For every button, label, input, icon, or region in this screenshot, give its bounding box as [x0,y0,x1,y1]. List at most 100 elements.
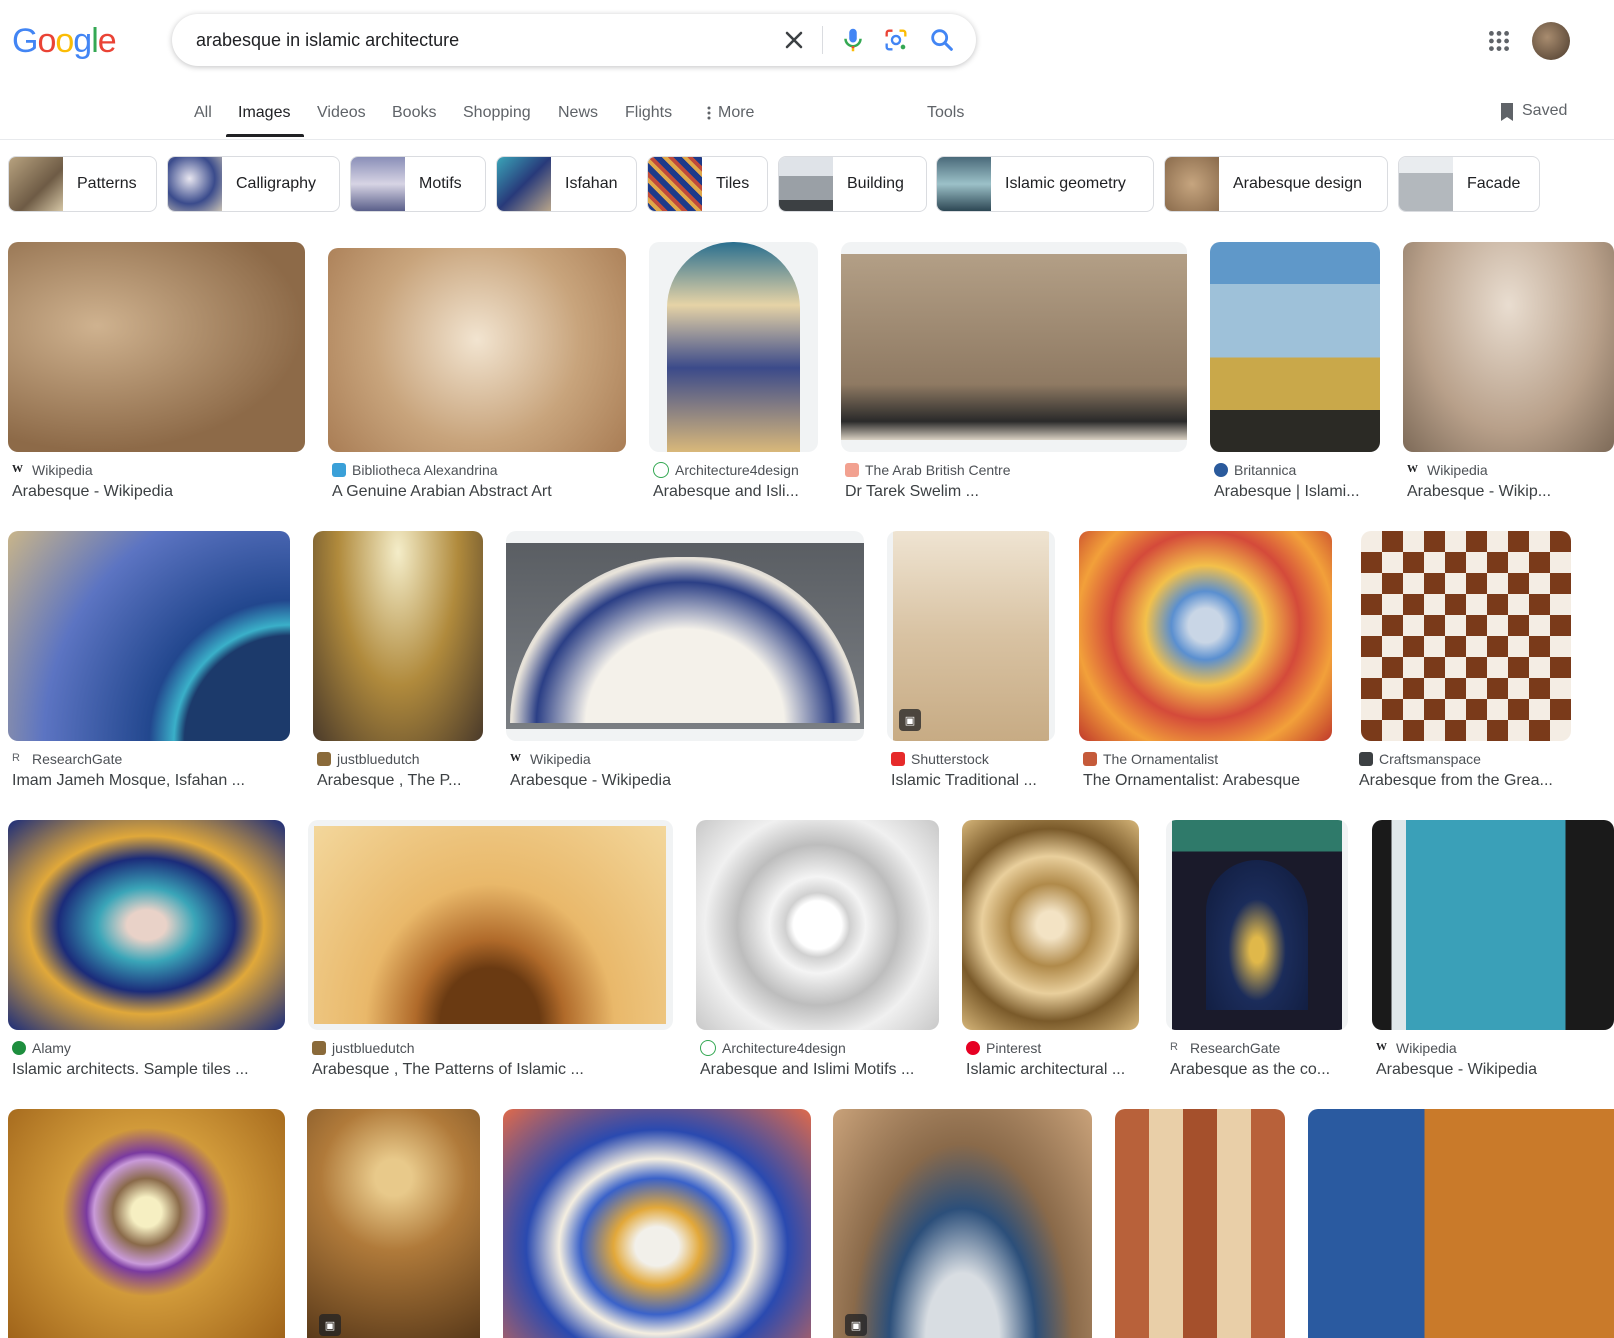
result-title[interactable]: Arabesque and Islimi Motifs ... [700,1061,939,1079]
image-result[interactable] [1308,1109,1614,1338]
microphone-icon[interactable] [838,25,868,55]
result-source[interactable]: W Wikipedia [12,462,93,478]
apps-grid-icon[interactable] [1486,28,1512,54]
tools-button[interactable]: Tools [927,104,964,122]
result-source[interactable]: Pinterest [966,1040,1041,1056]
image-result[interactable]: The Ornamentalist The Ornamentalist: Ara… [1079,531,1332,801]
result-thumbnail[interactable] [8,820,285,1030]
result-thumbnail[interactable] [8,531,290,741]
result-thumbnail[interactable] [328,248,626,452]
result-thumbnail[interactable] [313,531,483,741]
result-source[interactable]: W Wikipedia [510,751,591,767]
result-source[interactable]: Architecture4design [653,462,799,478]
result-title[interactable]: Arabesque , The P... [317,772,479,790]
chip-building[interactable]: Building [778,156,927,212]
chip-arabesque-design[interactable]: Arabesque design [1164,156,1388,212]
image-result[interactable]: justbluedutch Arabesque , The P... [313,531,483,801]
image-result[interactable]: Bibliotheca Alexandrina A Genuine Arabia… [328,242,626,512]
image-result[interactable]: ▣ Shutterstock Islamic Traditional ... [887,531,1055,801]
chip-tiles[interactable]: Tiles [647,156,768,212]
tab-news[interactable]: News [558,104,598,122]
tab-all[interactable]: All [194,104,212,122]
tab-images[interactable]: Images [238,104,290,122]
result-title[interactable]: Arabesque and Isli... [653,483,813,501]
result-title[interactable]: Imam Jameh Mosque, Isfahan ... [12,772,290,790]
result-source[interactable]: Shutterstock [891,751,989,767]
result-source[interactable]: Craftsmanspace [1359,751,1481,767]
result-thumbnail[interactable] [503,1109,811,1338]
image-result[interactable]: R ResearchGate Arabesque as the co... [1166,820,1348,1090]
result-thumbnail[interactable] [1210,242,1380,452]
result-title[interactable]: Dr Tarek Swelim ... [845,483,1185,501]
image-result[interactable]: Craftsmanspace Arabesque from the Grea..… [1355,531,1614,801]
image-result[interactable]: ▣ [307,1109,480,1338]
image-result[interactable]: W Wikipedia Arabesque - Wikipedia [1372,820,1614,1090]
result-title[interactable]: A Genuine Arabian Abstract Art [332,483,626,501]
image-result[interactable]: ▣ [833,1109,1092,1338]
result-source[interactable]: W Wikipedia [1407,462,1488,478]
chip-calligraphy[interactable]: Calligraphy [167,156,340,212]
result-source[interactable]: R ResearchGate [1170,1040,1280,1056]
chip-motifs[interactable]: Motifs [350,156,486,212]
result-thumbnail[interactable] [649,242,818,452]
result-source[interactable]: Britannica [1214,462,1296,478]
search-input[interactable]: arabesque in islamic architecture [196,30,459,51]
result-title[interactable]: Arabesque - Wikip... [1407,483,1557,501]
result-thumbnail[interactable] [1079,531,1332,741]
tab-shopping[interactable]: Shopping [463,104,531,122]
result-source[interactable]: Bibliotheca Alexandrina [332,462,498,478]
close-icon[interactable] [780,26,808,54]
image-result[interactable] [503,1109,811,1338]
result-source[interactable]: The Arab British Centre [845,462,1011,478]
result-title[interactable]: Arabesque , The Patterns of Islamic ... [312,1061,673,1079]
google-logo[interactable]: Google [12,22,117,61]
result-thumbnail[interactable] [1166,820,1348,1030]
result-source[interactable]: The Ornamentalist [1083,751,1218,767]
result-thumbnail[interactable] [308,820,673,1030]
result-thumbnail[interactable] [1308,1109,1614,1338]
image-result[interactable]: R ResearchGate Imam Jameh Mosque, Isfahan… [8,531,290,801]
tab-videos[interactable]: Videos [317,104,366,122]
avatar[interactable] [1532,22,1570,60]
image-result[interactable]: The Arab British Centre Dr Tarek Swelim … [841,242,1187,512]
result-thumbnail[interactable] [1115,1109,1285,1338]
image-result[interactable] [8,1109,285,1338]
result-title[interactable]: Arabesque | Islami... [1214,483,1376,501]
chip-islamic-geometry[interactable]: Islamic geometry [936,156,1154,212]
result-source[interactable]: justbluedutch [317,751,420,767]
chip-patterns[interactable]: Patterns [8,156,157,212]
image-result[interactable]: W Wikipedia Arabesque - Wikipedia [8,242,305,512]
result-title[interactable]: Islamic Traditional ... [891,772,1049,790]
bookmark-icon[interactable] [1498,102,1516,122]
result-source[interactable]: R ResearchGate [12,751,122,767]
image-result[interactable]: Pinterest Islamic architectural ... [962,820,1139,1090]
result-thumbnail[interactable] [8,1109,285,1338]
image-result[interactable]: W Wikipedia Arabesque - Wikip... [1403,242,1614,512]
result-source[interactable]: W Wikipedia [1376,1040,1457,1056]
chip-facade[interactable]: Facade [1398,156,1540,212]
result-thumbnail[interactable] [841,242,1187,452]
result-title[interactable]: Arabesque - Wikipedia [1376,1061,1566,1079]
result-thumbnail[interactable] [506,531,864,741]
result-thumbnail[interactable] [696,820,939,1030]
chip-isfahan[interactable]: Isfahan [496,156,637,212]
result-title[interactable]: The Ornamentalist: Arabesque [1083,772,1332,790]
image-result[interactable]: Alamy Islamic architects. Sample tiles .… [8,820,285,1090]
result-thumbnail[interactable] [833,1109,1092,1338]
image-result[interactable]: W Wikipedia Arabesque - Wikipedia [506,531,864,801]
tab-books[interactable]: Books [392,104,436,122]
search-icon[interactable] [928,26,956,54]
result-title[interactable]: Arabesque - Wikipedia [510,772,860,790]
result-title[interactable]: Arabesque from the Grea... [1359,772,1564,790]
result-thumbnail[interactable] [8,242,305,452]
search-box[interactable]: arabesque in islamic architecture [172,14,976,66]
tab-flights[interactable]: Flights [625,104,672,122]
result-source[interactable]: justbluedutch [312,1040,415,1056]
result-title[interactable]: Arabesque as the co... [1170,1061,1345,1079]
result-title[interactable]: Islamic architects. Sample tiles ... [12,1061,285,1079]
result-thumbnail[interactable] [1403,242,1614,452]
image-result[interactable]: Architecture4design Arabesque and Isli..… [649,242,818,512]
result-thumbnail[interactable] [962,820,1139,1030]
saved-link[interactable]: Saved [1522,102,1567,120]
image-result[interactable]: justbluedutch Arabesque , The Patterns o… [308,820,673,1090]
